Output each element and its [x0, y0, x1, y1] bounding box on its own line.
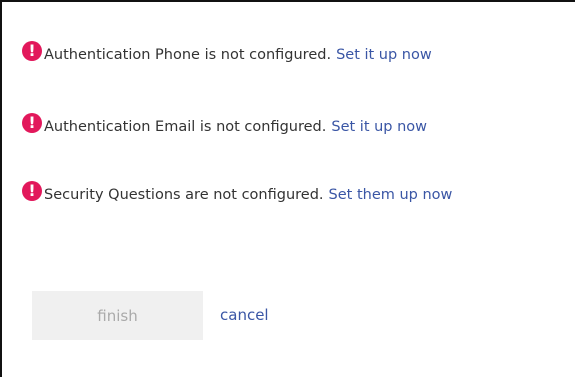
- cancel-link[interactable]: cancel: [220, 306, 269, 324]
- setup-security-questions-link[interactable]: Set them up now: [329, 187, 453, 203]
- setup-email-link[interactable]: Set it up now: [331, 119, 427, 135]
- notice-security-questions: ! Security Questions are not configured.…: [22, 181, 453, 205]
- notice-message: Authentication Phone is not configured.: [44, 47, 332, 63]
- alert-exclamation-icon: !: [22, 181, 42, 201]
- dialog-frame: ! Authentication Phone is not configured…: [0, 0, 575, 377]
- notice-message: Security Questions are not configured.: [44, 187, 324, 203]
- alert-exclamation-icon: !: [22, 41, 42, 61]
- finish-button[interactable]: finish: [32, 291, 203, 340]
- alert-exclamation-icon: !: [22, 113, 42, 133]
- notice-message: Authentication Email is not configured.: [44, 119, 327, 135]
- notice-authentication-phone: ! Authentication Phone is not configured…: [22, 41, 432, 65]
- setup-phone-link[interactable]: Set it up now: [336, 47, 432, 63]
- notice-authentication-email: ! Authentication Email is not configured…: [22, 113, 427, 137]
